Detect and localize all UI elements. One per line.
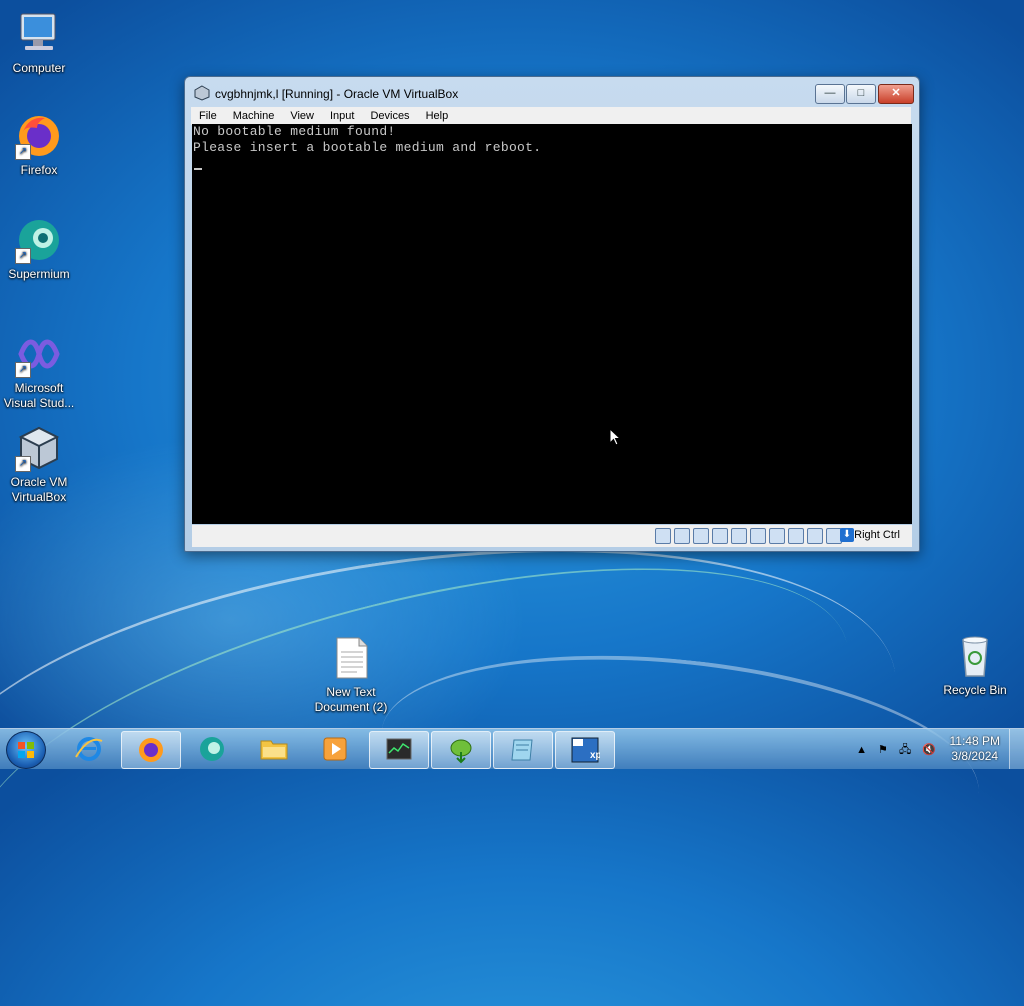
virtualbox-window-icon <box>194 85 210 101</box>
show-desktop-button[interactable] <box>1009 729 1024 769</box>
volume-muted-icon[interactable]: 🔇 <box>922 743 936 756</box>
taskbar: xp ▲ ⚑ 🖧 🔇 11:48 PM 3/8/2024 <box>0 728 1024 769</box>
network-icon[interactable]: 🖧 <box>899 741 911 760</box>
virtualization-icon[interactable] <box>807 528 823 544</box>
audio-icon[interactable] <box>693 528 709 544</box>
console-line: No bootable medium found! <box>193 124 396 139</box>
taskbar-ie[interactable] <box>60 731 118 767</box>
visual-studio-icon: ↗ <box>15 330 63 378</box>
supermium-icon <box>200 737 224 761</box>
taskbar-task-manager[interactable] <box>369 731 429 769</box>
menu-input[interactable]: Input <box>322 107 362 124</box>
clock-time: 11:48 PM <box>949 734 1000 748</box>
hard-disk-icon[interactable] <box>655 528 671 544</box>
recycle-bin-icon <box>951 632 999 680</box>
action-center-flag-icon[interactable]: ⚑ <box>878 743 888 756</box>
computer-icon <box>15 10 63 58</box>
start-button[interactable] <box>6 731 46 769</box>
shortcut-arrow-icon: ↗ <box>15 248 31 264</box>
desktop-icon-recycle-bin[interactable]: Recycle Bin <box>937 632 1013 698</box>
desktop-icon-visual-studio[interactable]: ↗ Microsoft Visual Stud... <box>1 330 77 411</box>
shared-folders-icon[interactable] <box>750 528 766 544</box>
taskbar-firefox[interactable] <box>121 731 181 769</box>
file-explorer-icon <box>260 740 288 760</box>
gecko-download-icon <box>450 739 472 764</box>
minimize-button[interactable]: — <box>815 84 845 104</box>
desktop-icon-computer[interactable]: Computer <box>1 10 77 76</box>
menu-machine[interactable]: Machine <box>225 107 283 124</box>
virtualbox-icon: ↗ <box>15 424 63 472</box>
menu-view[interactable]: View <box>282 107 322 124</box>
desktop-icon-virtualbox[interactable]: ↗ Oracle VM VirtualBox <box>1 424 77 505</box>
desktop-icon-supermium[interactable]: ↗ Supermium <box>1 216 77 282</box>
console-line: Please insert a bootable medium and rebo… <box>193 140 542 155</box>
menu-help[interactable]: Help <box>418 107 457 124</box>
taskbar-notepad[interactable] <box>493 731 553 769</box>
firefox-icon: ↗ <box>15 112 63 160</box>
clock[interactable]: 11:48 PM 3/8/2024 <box>950 734 1000 764</box>
svg-text:xp: xp <box>590 750 600 761</box>
menu-file[interactable]: File <box>191 107 225 124</box>
maximize-button[interactable]: □ <box>846 84 876 104</box>
optical-drive-icon[interactable] <box>674 528 690 544</box>
shortcut-arrow-icon: ↗ <box>15 144 31 160</box>
mouse-pointer-icon <box>609 428 621 446</box>
taskbar-supermium[interactable] <box>183 731 241 767</box>
virtualbox-window[interactable]: cvgbhnjmk,l [Running] - Oracle VM Virtua… <box>184 76 920 552</box>
taskbar-virtualbox-xp[interactable]: xp <box>555 731 615 769</box>
desktop-icon-label: Computer <box>12 61 66 75</box>
window-title: cvgbhnjmk,l [Running] - Oracle VM Virtua… <box>215 87 459 101</box>
vm-display[interactable]: No bootable medium found! Please insert … <box>192 124 912 524</box>
clock-date: 3/8/2024 <box>951 749 999 763</box>
firefox-icon <box>139 738 163 762</box>
taskbar-media-player[interactable] <box>306 731 364 767</box>
notepad-icon <box>511 739 533 761</box>
text-cursor <box>194 168 202 170</box>
recording-icon[interactable] <box>788 528 804 544</box>
windows-logo-icon <box>18 742 34 758</box>
host-key-arrow-icon: ⬇ <box>840 528 854 542</box>
desktop-icon-label: Oracle VM VirtualBox <box>10 475 68 504</box>
system-tray: ▲ ⚑ 🖧 🔇 <box>848 741 936 757</box>
display-icon[interactable] <box>769 528 785 544</box>
shortcut-arrow-icon: ↗ <box>15 456 31 472</box>
menu-devices[interactable]: Devices <box>362 107 417 124</box>
desktop-icon-label: Firefox <box>20 163 58 177</box>
desktop-icon-firefox[interactable]: ↗ Firefox <box>1 112 77 178</box>
text-document-icon <box>327 634 375 682</box>
desktop-icon-label: New Text Document (2) <box>314 685 388 714</box>
supermium-icon: ↗ <box>15 216 63 264</box>
desktop-icon-label: Recycle Bin <box>943 683 1007 697</box>
task-manager-icon <box>386 738 412 760</box>
internet-explorer-icon <box>75 737 103 761</box>
virtualbox-xp-icon: xp <box>571 737 600 763</box>
network-icon[interactable] <box>712 528 728 544</box>
status-device-icons <box>652 528 842 544</box>
menu-bar: File Machine View Input Devices Help <box>191 107 911 125</box>
usb-icon[interactable] <box>731 528 747 544</box>
taskbar-file-explorer[interactable] <box>245 731 303 767</box>
status-bar: ⬇ Right Ctrl <box>192 525 912 547</box>
desktop-icon-new-text-document[interactable]: New Text Document (2) <box>312 634 390 715</box>
desktop-icon-label: Microsoft Visual Stud... <box>3 381 75 410</box>
taskbar-gecko-app[interactable] <box>431 731 491 769</box>
shortcut-arrow-icon: ↗ <box>15 362 31 378</box>
host-key-label: Right Ctrl <box>854 529 900 541</box>
desktop-icon-label: Supermium <box>8 267 70 281</box>
close-button[interactable]: ✕ <box>878 84 914 104</box>
media-player-icon <box>323 737 347 761</box>
tray-expand-arrow-icon[interactable]: ▲ <box>856 744 867 756</box>
